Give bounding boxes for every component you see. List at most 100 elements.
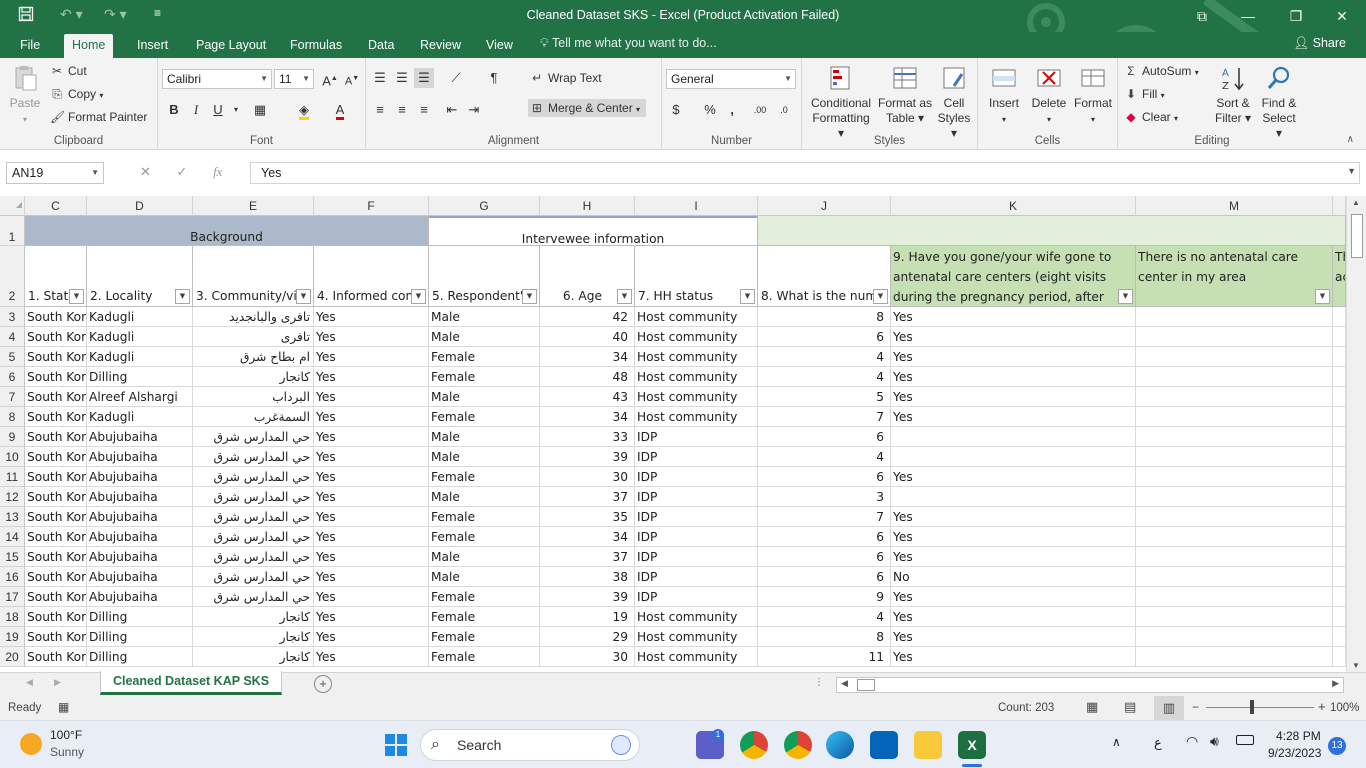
row-header[interactable]: 20 (0, 647, 25, 667)
row-header[interactable]: 3 (0, 307, 25, 327)
expand-formula-bar-icon[interactable]: ▼ (1347, 166, 1356, 176)
zoom-slider-thumb[interactable] (1250, 700, 1254, 714)
percent-icon[interactable]: % (700, 100, 720, 120)
state-cell[interactable]: South Kordofan (25, 607, 87, 627)
consent-cell[interactable]: Yes (314, 487, 429, 507)
consent-cell[interactable]: Yes (314, 367, 429, 387)
column-header-h[interactable]: H (540, 196, 635, 216)
middle-align-icon[interactable]: ☰ (392, 68, 412, 88)
row-header[interactable]: 11 (0, 467, 25, 487)
consent-cell[interactable]: Yes (314, 507, 429, 527)
filter-dropdown-icon[interactable]: ▼ (1315, 289, 1330, 304)
empty-cell-n[interactable] (1333, 507, 1346, 527)
locality-cell[interactable]: Kadugli (87, 407, 193, 427)
number-cell[interactable]: 6 (758, 427, 891, 447)
empty-cell-n[interactable] (1333, 627, 1346, 647)
empty-cell-m[interactable] (1136, 427, 1333, 447)
locality-cell[interactable]: Abujubaiha (87, 427, 193, 447)
collapse-ribbon-icon[interactable]: ∧ (1347, 134, 1354, 145)
number-cell[interactable]: 6 (758, 547, 891, 567)
increase-decimal-icon[interactable]: .00 (750, 100, 770, 120)
insert-cells-button[interactable]: Insert ▾ (984, 64, 1024, 127)
row-header[interactable]: 9 (0, 427, 25, 447)
empty-cell-n[interactable] (1333, 467, 1346, 487)
align-center-icon[interactable]: ≡ (392, 100, 412, 120)
format-as-table-button[interactable]: Format as Table ▾ (876, 64, 934, 126)
enter-icon[interactable]: ✓ (177, 164, 188, 179)
community-cell[interactable]: السمةغرب (193, 407, 314, 427)
row-header[interactable]: 10 (0, 447, 25, 467)
name-box[interactable]: AN19 ▼ (6, 162, 104, 184)
hh-status-cell[interactable]: Host community (635, 327, 758, 347)
respondent-cell[interactable]: Male (429, 567, 540, 587)
header-cell-informed-consent[interactable]: 4. Informed con ▼ (314, 246, 429, 307)
empty-cell-n[interactable] (1333, 327, 1346, 347)
font-size-combo[interactable]: 11 ▼ (274, 69, 314, 89)
state-cell[interactable]: South Kordofan (25, 347, 87, 367)
empty-cell-m[interactable] (1136, 567, 1333, 587)
locality-cell[interactable]: Kadugli (87, 347, 193, 367)
age-cell[interactable]: 34 (540, 527, 635, 547)
hh-status-cell[interactable]: Host community (635, 387, 758, 407)
respondent-cell[interactable]: Male (429, 547, 540, 567)
antenatal-cell[interactable]: Yes (891, 467, 1136, 487)
community-cell[interactable]: حي المدارس شرق (193, 487, 314, 507)
community-cell[interactable]: حي المدارس شرق (193, 587, 314, 607)
chrome-icon[interactable] (740, 731, 768, 759)
antenatal-cell[interactable]: Yes (891, 347, 1136, 367)
header-cell-next[interactable]: Th ac (1333, 246, 1346, 307)
antenatal-cell[interactable]: Yes (891, 307, 1136, 327)
page-layout-view-icon[interactable]: ▤ (1124, 699, 1136, 715)
row-header[interactable]: 2 (0, 246, 25, 307)
age-cell[interactable]: 40 (540, 327, 635, 347)
state-cell[interactable]: South Kordofan (25, 387, 87, 407)
respondent-cell[interactable]: Male (429, 427, 540, 447)
antenatal-cell[interactable]: Yes (891, 627, 1136, 647)
header-cell-no-antenatal-center[interactable]: There is no antenatal care center in my … (1136, 246, 1333, 307)
antenatal-cell[interactable] (891, 427, 1136, 447)
currency-icon[interactable]: $ (666, 100, 686, 120)
bold-button[interactable]: B (164, 100, 184, 120)
filter-dropdown-icon[interactable]: ▼ (617, 289, 632, 304)
hh-status-cell[interactable]: Host community (635, 367, 758, 387)
column-header-i[interactable]: I (635, 196, 758, 216)
consent-cell[interactable]: Yes (314, 647, 429, 667)
hh-status-cell[interactable]: IDP (635, 547, 758, 567)
header-cell-antenatal-visits[interactable]: 9. Have you gone/your wife gone to anten… (891, 246, 1136, 307)
row-header[interactable]: 1 (0, 216, 25, 246)
row-header[interactable]: 15 (0, 547, 25, 567)
empty-cell-n[interactable] (1333, 527, 1346, 547)
autosum-button[interactable]: Σ AutoSum ▾ (1124, 64, 1198, 78)
filter-dropdown-icon[interactable]: ▼ (296, 289, 311, 304)
antenatal-cell[interactable]: No (891, 567, 1136, 587)
locality-cell[interactable]: Kadugli (87, 327, 193, 347)
empty-cell-m[interactable] (1136, 627, 1333, 647)
empty-cell-n[interactable] (1333, 647, 1346, 667)
consent-cell[interactable]: Yes (314, 607, 429, 627)
copy-button[interactable]: ⎘ Copy ▾ (50, 87, 103, 102)
state-cell[interactable]: South Kordofan (25, 447, 87, 467)
number-cell[interactable]: 4 (758, 367, 891, 387)
state-cell[interactable]: South Kordofan (25, 567, 87, 587)
orientation-icon[interactable]: ⟋ (446, 68, 466, 88)
community-cell[interactable]: كانجار (193, 647, 314, 667)
chevron-down-icon[interactable]: ▾ (226, 100, 246, 120)
antenatal-cell[interactable]: Yes (891, 367, 1136, 387)
locality-cell[interactable]: Abujubaiha (87, 487, 193, 507)
community-cell[interactable]: حي المدارس شرق (193, 467, 314, 487)
sun-icon[interactable] (20, 733, 42, 755)
column-header-n[interactable] (1333, 196, 1346, 216)
age-cell[interactable]: 30 (540, 647, 635, 667)
locality-cell[interactable]: Dilling (87, 627, 193, 647)
column-header-g[interactable]: G (429, 196, 540, 216)
tab-formulas[interactable]: Formulas (282, 36, 350, 58)
locality-cell[interactable]: Alreef Alshargi (87, 387, 193, 407)
respondent-cell[interactable]: Male (429, 487, 540, 507)
hh-status-cell[interactable]: IDP (635, 507, 758, 527)
number-cell[interactable]: 4 (758, 447, 891, 467)
outlook-icon[interactable] (870, 731, 898, 759)
header-cell-community[interactable]: 3. Community/vi ▼ (193, 246, 314, 307)
number-cell[interactable]: 9 (758, 587, 891, 607)
respondent-cell[interactable]: Female (429, 607, 540, 627)
respondent-cell[interactable]: Female (429, 407, 540, 427)
